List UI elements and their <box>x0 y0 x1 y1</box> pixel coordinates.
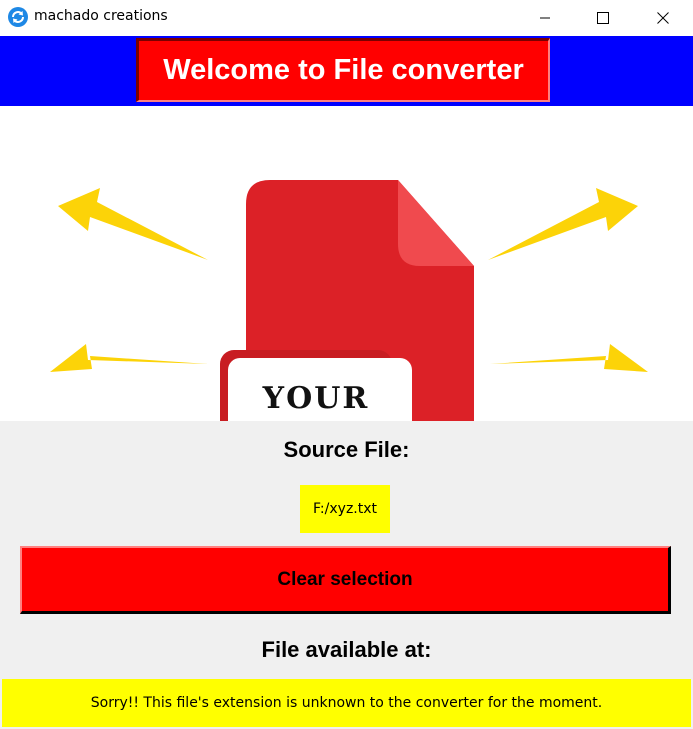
maximize-icon <box>597 12 609 24</box>
document-fold <box>398 180 474 266</box>
clear-selection-label: Clear selection <box>277 568 413 590</box>
result-message-bar: Sorry!! This file's extension is unknown… <box>2 679 691 727</box>
close-icon <box>657 12 669 24</box>
window-title: machado creations <box>34 8 168 24</box>
window-titlebar: machado creations <box>0 0 693 36</box>
source-file-path-text: F:/xyz.txt <box>312 501 378 517</box>
converter-panel: Source File: F:/xyz.txt Clear selection … <box>0 421 693 729</box>
arrow-up-right-icon <box>488 188 638 260</box>
result-message-text: Sorry!! This file's extension is unknown… <box>90 695 603 711</box>
header-title-box: Welcome to File converter <box>136 38 550 102</box>
source-file-path: F:/xyz.txt <box>300 485 390 533</box>
file-available-label: File available at: <box>261 637 432 662</box>
source-file-label: Source File: <box>283 437 410 462</box>
header-banner: Welcome to File converter <box>0 36 693 106</box>
arrow-right-icon <box>490 344 648 372</box>
minimize-icon <box>540 17 550 19</box>
file-conversion-illustration: YOUR <box>0 106 693 421</box>
arrow-left-icon <box>50 344 208 372</box>
minimize-button[interactable] <box>516 0 574 36</box>
clear-selection-button[interactable]: Clear selection <box>20 546 671 614</box>
refresh-icon <box>8 7 28 27</box>
maximize-button[interactable] <box>574 0 632 36</box>
close-button[interactable] <box>634 0 692 36</box>
arrow-up-left-icon <box>58 188 208 260</box>
document-label-text: YOUR <box>262 381 370 416</box>
page-title: Welcome to File converter <box>163 54 524 86</box>
